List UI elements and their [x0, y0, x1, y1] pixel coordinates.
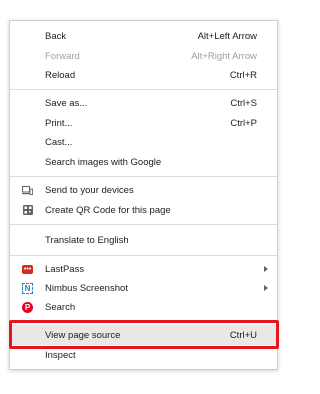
send-to-devices-label: Send to your devices [45, 184, 134, 196]
qr-code-icon [22, 205, 33, 216]
reload-shortcut: Ctrl+R [229, 69, 257, 81]
context-menu: Back Alt+Left Arrow Forward Alt+Right Ar… [9, 20, 278, 370]
laptop-phone-icon [22, 185, 33, 196]
cast-label: Cast... [45, 136, 73, 148]
menu-item-cast[interactable]: Cast... [10, 132, 277, 152]
highlight-annotation-box [9, 320, 279, 349]
lastpass-icon: ••• [22, 264, 33, 274]
submenu-arrow-icon [264, 285, 268, 291]
save-as-shortcut: Ctrl+S [230, 97, 257, 109]
search-images-label: Search images with Google [45, 156, 162, 168]
save-as-label: Save as... [45, 97, 88, 109]
submenu-arrow-icon [264, 266, 268, 272]
menu-item-reload[interactable]: Reload Ctrl+R [10, 65, 277, 85]
reload-label: Reload [45, 69, 76, 81]
menu-separator [10, 255, 277, 256]
back-label: Back [45, 30, 67, 42]
nimbus-icon: N [22, 282, 33, 294]
lastpass-label: LastPass [45, 263, 85, 275]
pinterest-icon-glyph: P [24, 302, 31, 312]
nimbus-label: Nimbus Screenshot [45, 282, 128, 294]
menu-item-forward[interactable]: Forward Alt+Right Arrow [10, 46, 277, 66]
menu-item-search[interactable]: P Search [10, 297, 277, 317]
translate-label: Translate to English [45, 234, 129, 246]
print-label: Print... [45, 117, 73, 129]
menu-item-translate[interactable]: Translate to English [10, 230, 277, 250]
print-shortcut: Ctrl+P [230, 117, 257, 129]
menu-item-send-to-devices[interactable]: Send to your devices [10, 180, 277, 200]
menu-item-save-as[interactable]: Save as... Ctrl+S [10, 93, 277, 113]
menu-item-search-images[interactable]: Search images with Google [10, 152, 277, 172]
back-shortcut: Alt+Left Arrow [197, 30, 257, 42]
menu-item-lastpass[interactable]: ••• LastPass [10, 259, 277, 279]
menu-item-back[interactable]: Back Alt+Left Arrow [10, 26, 277, 46]
qr-code-label: Create QR Code for this page [45, 204, 171, 216]
menu-item-nimbus-screenshot[interactable]: N Nimbus Screenshot [10, 278, 277, 298]
lastpass-icon-glyph: ••• [23, 265, 32, 273]
menu-separator [10, 89, 277, 90]
nimbus-icon-glyph: N [24, 283, 31, 293]
menu-separator [10, 224, 277, 225]
menu-item-qr-code[interactable]: Create QR Code for this page [10, 200, 277, 220]
inspect-label: Inspect [45, 349, 76, 361]
pinterest-icon: P [22, 301, 33, 313]
forward-label: Forward [45, 50, 80, 62]
forward-shortcut: Alt+Right Arrow [191, 50, 257, 62]
search-label: Search [45, 301, 76, 313]
menu-item-print[interactable]: Print... Ctrl+P [10, 113, 277, 133]
menu-separator [10, 176, 277, 177]
